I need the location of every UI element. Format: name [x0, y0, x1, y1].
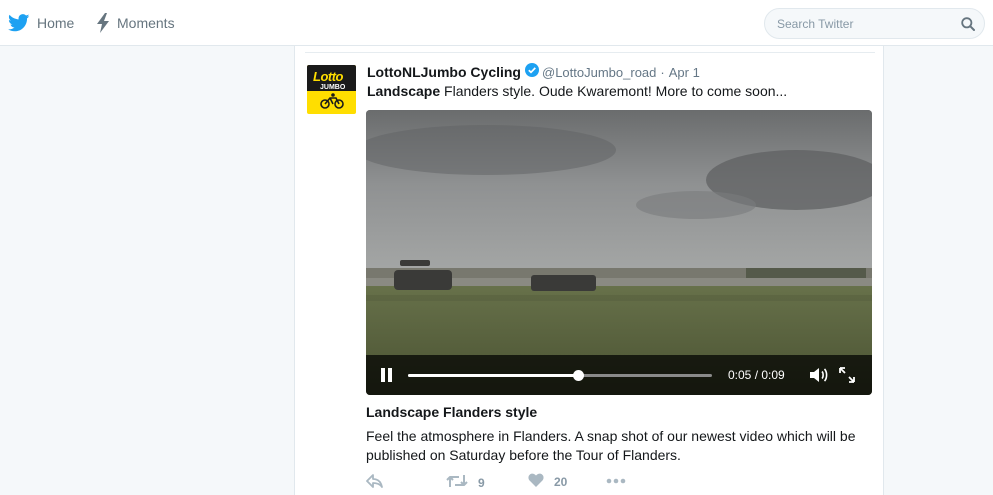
- avatar-brand-top: Lotto: [313, 69, 343, 84]
- retweet-count: 9: [478, 475, 485, 490]
- tweet-text-body: Flanders style. Oude Kwaremont! More to …: [440, 83, 788, 99]
- search-icon[interactable]: [961, 17, 975, 36]
- video-frame: [366, 110, 872, 395]
- cyclist-icon: [320, 93, 344, 114]
- video-progress-bar[interactable]: [408, 370, 712, 381]
- volume-icon[interactable]: [809, 366, 829, 389]
- nav-moments[interactable]: Moments: [96, 0, 175, 46]
- stream-divider: [305, 52, 875, 53]
- tweet-fullname[interactable]: LottoNLJumbo Cycling: [367, 64, 521, 80]
- reply-icon: [366, 473, 384, 492]
- tweet-handle[interactable]: @LottoJumbo_road: [542, 65, 656, 80]
- verified-badge-icon: [525, 62, 539, 82]
- tweet-timestamp[interactable]: Apr 1: [669, 65, 700, 80]
- card-description: Feel the atmosphere in Flanders. A snap …: [366, 428, 856, 463]
- pause-icon[interactable]: [381, 368, 393, 382]
- timeline-stream: Lotto JUMBO LottoNLJumbo Cycling @LottoJ…: [294, 46, 884, 495]
- top-navigation-bar: Home Moments: [0, 0, 993, 46]
- avatar-brand-bottom: JUMBO: [320, 84, 346, 91]
- more-button[interactable]: [606, 473, 626, 487]
- twitter-bird-icon: [8, 14, 30, 32]
- nav-home-label: Home: [37, 15, 75, 31]
- nav-moments-label: Moments: [117, 15, 175, 31]
- like-button[interactable]: 20: [528, 473, 567, 491]
- nav-home[interactable]: Home: [8, 0, 74, 46]
- card-title[interactable]: Landscape Flanders style: [366, 404, 537, 420]
- video-player[interactable]: 0:05 / 0:09: [366, 110, 872, 395]
- more-icon: [606, 473, 626, 487]
- search-input[interactable]: [777, 15, 957, 33]
- tweet-text: Landscape Flanders style. Oude Kwaremont…: [367, 82, 787, 101]
- like-heart-icon: [528, 473, 544, 491]
- video-progress-handle[interactable]: [573, 370, 585, 381]
- moments-lightning-icon: [96, 13, 110, 33]
- video-controls: 0:05 / 0:09: [366, 355, 872, 395]
- fullscreen-icon[interactable]: [839, 367, 855, 388]
- video-time: 0:05 / 0:09: [728, 368, 785, 382]
- tweet-text-emphasis: Landscape: [367, 83, 441, 99]
- like-count: 20: [554, 475, 568, 489]
- video-progress-fill: [408, 374, 579, 377]
- retweet-icon: [446, 473, 468, 492]
- retweet-button[interactable]: 9: [446, 473, 485, 492]
- search-box: [764, 8, 985, 39]
- tweet-header: LottoNLJumbo Cycling @LottoJumbo_road · …: [367, 62, 700, 82]
- header-separator: ·: [660, 64, 665, 80]
- reply-button[interactable]: [366, 473, 384, 492]
- avatar[interactable]: Lotto JUMBO: [307, 65, 356, 114]
